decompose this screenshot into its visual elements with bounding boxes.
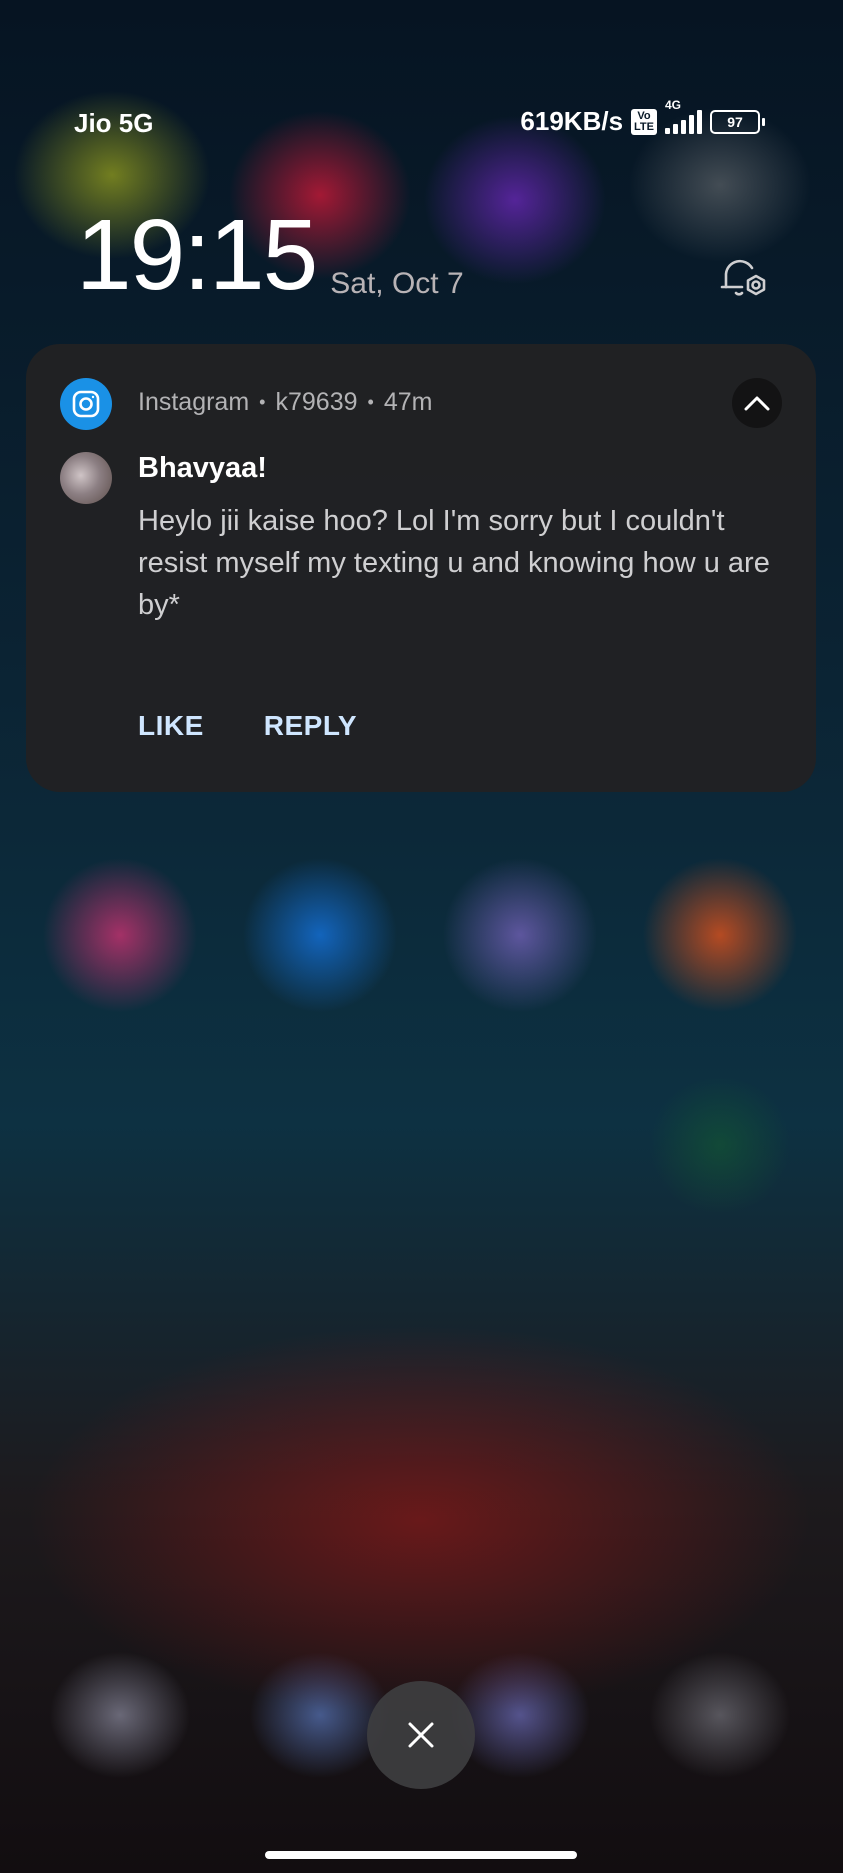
separator-dot: • [367,392,374,412]
chevron-up-icon [744,396,770,411]
app-name: Instagram [138,388,250,416]
account-name: k79639 [275,388,358,416]
reply-button[interactable]: REPLY [264,710,357,742]
instagram-icon [60,378,112,430]
clock-time: 19:15 [76,199,318,311]
sender-name: Bhavyaa! [138,452,267,484]
signal-icon: 4G [665,98,702,134]
clear-notifications-button[interactable] [367,1681,475,1789]
close-icon [408,1722,434,1748]
notification-header: Instagram • k79639 • 47m [138,388,432,417]
notification-age: 47m [383,388,433,416]
avatar [60,452,112,504]
status-icons: 619KB/s Vo LTE 4G 97 [520,98,765,137]
like-button[interactable]: LIKE [138,710,204,742]
home-indicator[interactable] [265,1851,577,1859]
status-bar: Jio 5G 619KB/s Vo LTE 4G 97 [0,98,843,144]
battery-icon: 97 [710,109,765,134]
instagram-notification[interactable]: Instagram • k79639 • 47m Bhavyaa! Heylo … [26,344,816,792]
clock-date: Sat, Oct 7 [330,267,464,300]
collapse-button[interactable] [732,378,782,428]
lock-clock: 19:15 Sat, Oct 7 [76,205,464,305]
network-speed: 619KB/s [520,106,624,136]
notification-actions: LIKE REPLY [138,710,357,742]
separator-dot: • [259,392,266,412]
message-text: Heylo jii kaise hoo? Lol I'm sorry but I… [138,505,770,621]
volte-icon: Vo LTE [631,108,657,135]
battery-level: 97 [727,113,743,130]
carrier-name: Jio 5G [74,108,154,138]
bell-settings-icon[interactable] [718,254,770,306]
network-gen-label: 4G [665,97,682,112]
